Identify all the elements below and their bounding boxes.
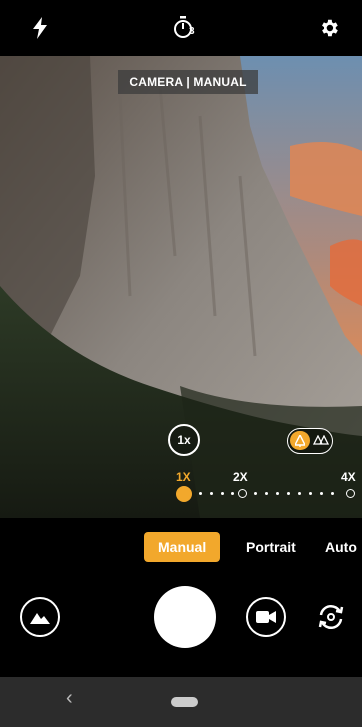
zoom-tick xyxy=(221,492,224,495)
zoom-stop-2x[interactable] xyxy=(238,489,247,498)
switch-camera-icon[interactable] xyxy=(311,597,351,637)
flash-icon[interactable] xyxy=(26,14,54,42)
system-navigation-bar: ‹ xyxy=(0,677,362,727)
timer-3s-icon[interactable]: 3 xyxy=(170,14,198,42)
zoom-level-1x[interactable]: 1X xyxy=(176,470,191,484)
camera-mode-label: CAMERA | MANUAL xyxy=(118,70,258,94)
camera-viewfinder[interactable]: CAMERA | MANUAL 1x 1X 2X 4X xyxy=(0,56,362,518)
timer-badge: 3 xyxy=(189,26,195,37)
video-camera-icon[interactable] xyxy=(246,597,286,637)
zoom-slider-handle[interactable] xyxy=(176,486,192,502)
zoom-tick xyxy=(320,492,323,495)
multi-tree-icon[interactable] xyxy=(312,432,330,450)
shutter-button[interactable] xyxy=(154,586,216,648)
zoom-tick xyxy=(231,492,234,495)
zoom-tick xyxy=(276,492,279,495)
top-bar: 3 xyxy=(0,0,362,56)
home-button[interactable] xyxy=(171,697,198,707)
lens-toggle[interactable] xyxy=(287,428,333,454)
zoom-level-2x[interactable]: 2X xyxy=(233,470,248,484)
zoom-stop-4x[interactable] xyxy=(346,489,355,498)
zoom-tick xyxy=(265,492,268,495)
zoom-tick xyxy=(298,492,301,495)
back-button[interactable]: ‹ xyxy=(66,687,73,710)
mode-auto[interactable]: Auto xyxy=(325,532,357,562)
zoom-tick xyxy=(331,492,334,495)
zoom-tick xyxy=(287,492,290,495)
mode-manual[interactable]: Manual xyxy=(144,532,221,562)
gear-icon[interactable] xyxy=(315,14,343,42)
gallery-icon[interactable] xyxy=(20,597,60,637)
mode-selector: Manual Portrait Auto xyxy=(0,518,362,578)
zoom-tick xyxy=(199,492,202,495)
mode-portrait[interactable]: Portrait xyxy=(246,532,296,562)
zoom-level-4x[interactable]: 4X xyxy=(341,470,356,484)
single-tree-icon[interactable] xyxy=(290,431,310,450)
zoom-tick xyxy=(254,492,257,495)
zoom-toggle-button[interactable]: 1x xyxy=(168,424,200,456)
zoom-tick xyxy=(210,492,213,495)
zoom-tick xyxy=(309,492,312,495)
